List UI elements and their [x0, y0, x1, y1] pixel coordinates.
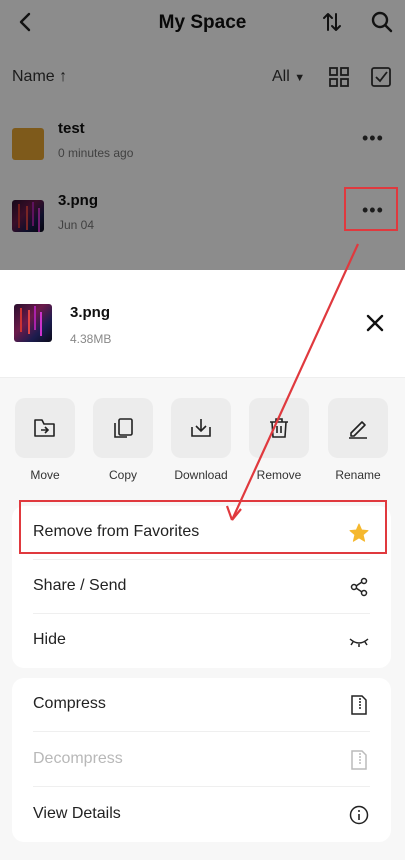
move-button[interactable]: Move	[13, 398, 77, 488]
download-label: Download	[174, 468, 228, 482]
copy-button[interactable]: Copy	[91, 398, 155, 488]
rename-button[interactable]: Rename	[326, 398, 390, 488]
menu-item-label: View Details	[33, 805, 121, 822]
menu-item-label: Decompress	[33, 750, 123, 767]
edit-icon	[349, 421, 367, 439]
trash-icon	[270, 418, 288, 438]
decompress-icon	[351, 750, 367, 770]
file-actions-sheet: 3.png 4.38MB Move Copy Download Remove R…	[0, 270, 405, 860]
menu-item-label: Hide	[33, 631, 66, 648]
sheet-header: 3.png 4.38MB	[0, 270, 405, 378]
sheet-file-size: 4.38MB	[70, 332, 112, 346]
download-button[interactable]: Download	[169, 398, 233, 488]
hide-icon	[349, 638, 369, 647]
close-icon[interactable]	[364, 312, 386, 334]
menu-group-secondary: Compress Decompress View Details	[12, 678, 391, 842]
decompress-item: Decompress	[12, 733, 391, 787]
remove-label: Remove	[256, 468, 302, 482]
move-label: Move	[30, 468, 60, 482]
menu-item-label: Compress	[33, 695, 106, 712]
quick-actions: Move Copy Download Remove Rename	[0, 398, 405, 488]
sheet-file-name: 3.png	[70, 304, 110, 321]
highlight-box	[344, 187, 398, 231]
share-send-item[interactable]: Share / Send	[12, 560, 391, 614]
download-icon	[191, 419, 211, 437]
info-icon	[349, 805, 369, 825]
remove-button[interactable]: Remove	[247, 398, 311, 488]
menu-item-label: Share / Send	[33, 577, 127, 594]
share-icon	[350, 577, 368, 597]
view-details-item[interactable]: View Details	[12, 788, 391, 842]
copy-icon	[114, 418, 133, 438]
move-icon	[34, 419, 55, 437]
image-thumbnail	[14, 304, 52, 342]
compress-icon	[351, 695, 367, 715]
highlight-box	[19, 500, 387, 554]
rename-label: Rename	[335, 468, 381, 482]
copy-label: Copy	[108, 468, 137, 482]
compress-item[interactable]: Compress	[12, 678, 391, 732]
hide-item[interactable]: Hide	[12, 614, 391, 668]
